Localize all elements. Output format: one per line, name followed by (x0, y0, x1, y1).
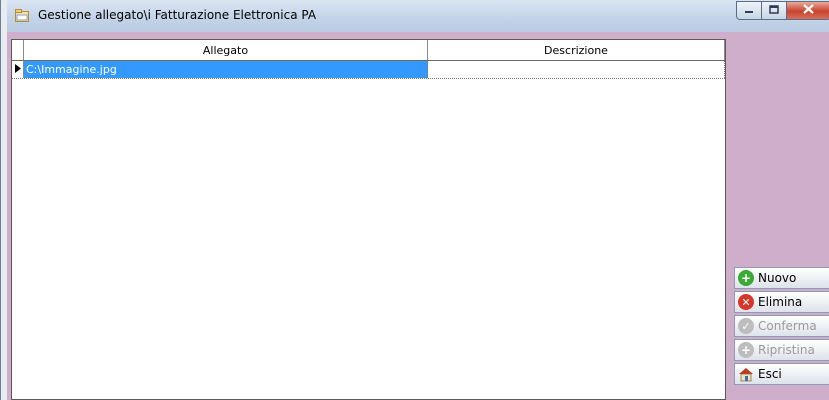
maximize-icon (769, 4, 779, 17)
title-bar[interactable]: Gestione allegato\i Fatturazione Elettro… (7, 0, 829, 32)
nuovo-button[interactable]: + Nuovo (734, 267, 829, 289)
window: Gestione allegato\i Fatturazione Elettro… (0, 0, 829, 400)
conferma-button[interactable]: ✓ Conferma (734, 315, 829, 337)
ripristina-label: Ripristina (758, 343, 815, 357)
current-row-arrow-icon (14, 63, 21, 76)
attachments-grid[interactable]: Allegato Descrizione C:\Immagine.jpg (11, 39, 726, 400)
conferma-label: Conferma (758, 319, 817, 333)
nuovo-label: Nuovo (758, 271, 797, 285)
confirm-icon: ✓ (738, 318, 754, 334)
caption-buttons (736, 1, 829, 21)
elimina-button[interactable]: ✕ Elimina (734, 291, 829, 313)
restore-icon: + (738, 342, 754, 358)
table-row[interactable]: C:\Immagine.jpg (12, 61, 725, 79)
column-header-allegato[interactable]: Allegato (24, 40, 428, 60)
close-icon (803, 4, 814, 17)
window-title: Gestione allegato\i Fatturazione Elettro… (38, 8, 317, 22)
add-icon: + (738, 270, 754, 286)
elimina-label: Elimina (758, 295, 803, 309)
maximize-button[interactable] (762, 1, 787, 20)
cell-descrizione[interactable] (428, 61, 725, 78)
window-app-icon (15, 9, 29, 22)
close-button[interactable] (787, 1, 829, 20)
minimize-icon (744, 4, 754, 17)
column-header-descrizione[interactable]: Descrizione (428, 40, 725, 60)
minimize-button[interactable] (736, 1, 762, 20)
delete-icon: ✕ (738, 294, 754, 310)
ripristina-button[interactable]: + Ripristina (734, 339, 829, 361)
exit-icon (738, 366, 754, 382)
cell-allegato[interactable]: C:\Immagine.jpg (24, 61, 428, 78)
row-header-corner (12, 40, 24, 60)
esci-label: Esci (758, 367, 782, 381)
grid-header: Allegato Descrizione (12, 40, 725, 61)
row-selector[interactable] (12, 61, 24, 78)
esci-button[interactable]: Esci (734, 363, 829, 385)
action-buttons: + Nuovo ✕ Elimina ✓ Conferma + Ripristin… (734, 267, 829, 387)
